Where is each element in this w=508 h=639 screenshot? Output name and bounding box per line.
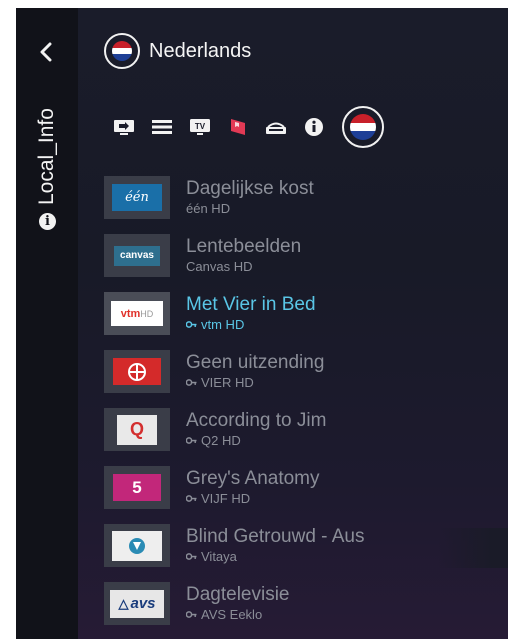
key-icon <box>186 495 197 502</box>
channel-name: Q2 HD <box>186 433 241 448</box>
vier-logo <box>104 350 170 393</box>
vtm-logo: vtm HD <box>104 292 170 335</box>
channel-name: vtm HD <box>186 317 244 332</box>
page-title: Nederlands <box>149 39 252 62</box>
q2-logo: Q <box>104 408 170 451</box>
menu-icon[interactable] <box>150 115 174 139</box>
key-icon <box>186 321 197 328</box>
program-title: Blind Getrouwd - Aus <box>186 526 365 547</box>
page-header: Nederlands <box>104 31 251 71</box>
tv-icon[interactable]: TV <box>188 115 212 139</box>
channel-name: Vitaya <box>186 549 237 564</box>
svg-text:TV: TV <box>195 122 206 131</box>
avs-logo: △ avs <box>104 582 170 625</box>
text-fade-overlay <box>438 528 508 568</box>
channel-row[interactable]: één Dagelijkse kost één HD <box>104 176 508 234</box>
key-icon <box>186 553 197 560</box>
een-logo: één <box>104 176 170 219</box>
program-title: Lentebeelden <box>186 236 302 257</box>
channel-name: Canvas HD <box>186 259 253 274</box>
input-icon[interactable] <box>112 115 136 139</box>
vijf-logo: 5 <box>104 466 170 509</box>
side-rail-label: Local_Info <box>35 108 58 205</box>
key-icon <box>186 437 197 444</box>
key-icon <box>186 611 197 618</box>
channel-row[interactable]: canvas Lentebeelden Canvas HD <box>104 234 508 292</box>
program-title: Geen uitzending <box>186 352 325 373</box>
channel-name: VIJF HD <box>186 491 250 506</box>
channel-row[interactable]: △ avs Dagtelevisie AVS Eeklo <box>104 582 508 639</box>
channel-list: één Dagelijkse kost één HD canvas Lenteb… <box>104 176 508 639</box>
program-title: Dagtelevisie <box>186 584 290 605</box>
program-title: Met Vier in Bed <box>186 294 316 315</box>
channel-icon[interactable] <box>264 115 288 139</box>
side-rail-title: i Local_Info <box>30 8 64 230</box>
key-icon <box>186 379 197 386</box>
country-flag-icon[interactable] <box>342 106 384 148</box>
vier-mark-icon <box>128 362 146 381</box>
program-title: Dagelijkse kost <box>186 178 314 199</box>
netherlands-flag-icon <box>104 33 140 69</box>
channel-name: VIER HD <box>186 375 254 390</box>
channel-row[interactable]: Geen uitzending VIER HD <box>104 350 508 408</box>
bookmark-icon[interactable] <box>226 115 250 139</box>
side-rail: i Local_Info <box>16 8 78 639</box>
canvas-logo: canvas <box>104 234 170 277</box>
program-title: Grey's Anatomy <box>186 468 320 489</box>
avs-triangle-icon: △ <box>118 595 129 611</box>
channel-name: één HD <box>186 201 231 216</box>
info-icon[interactable] <box>302 115 326 139</box>
tv-screen: i Local_Info Nederlands TV één Dagelijks… <box>16 8 508 639</box>
program-title: According to Jim <box>186 410 327 431</box>
channel-row[interactable]: Q According to Jim Q2 HD <box>104 408 508 466</box>
channel-row-selected[interactable]: vtm HD Met Vier in Bed vtm HD <box>104 292 508 350</box>
info-icon: i <box>38 213 56 230</box>
channel-row[interactable]: 5 Grey's Anatomy VIJF HD <box>104 466 508 524</box>
channel-name: AVS Eeklo <box>186 607 262 622</box>
vitaya-logo <box>104 524 170 567</box>
app-toolbar: TV <box>112 106 384 148</box>
vitaya-mark-icon <box>129 537 145 554</box>
